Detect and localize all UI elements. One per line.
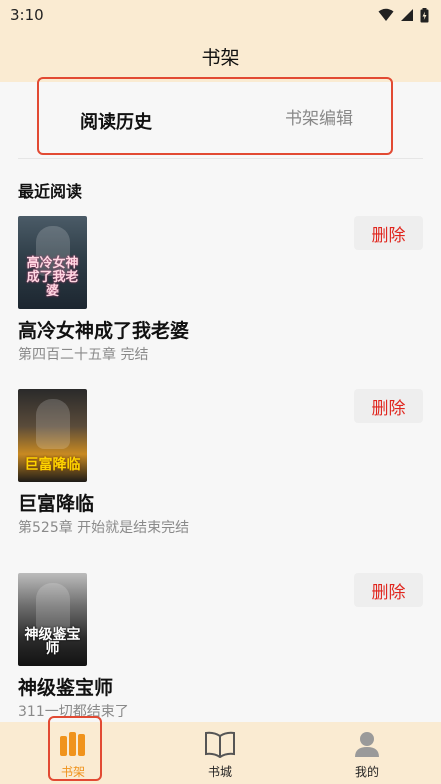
section-title: 最近阅读 [18,182,83,201]
status-time: 3:10 [10,6,44,24]
book-progress: 311一切都结束了 [18,704,129,720]
book-title[interactable]: 巨富降临 [18,489,94,516]
book-item[interactable]: 巨富降临 删除 巨富降临 第525章 开始就是结束完结 [18,389,423,539]
app-header: 书架 [0,30,441,82]
status-icons [378,7,429,23]
battery-icon [420,7,429,22]
book-cover[interactable]: 巨富降临 [18,389,87,482]
bookshelf-icon [60,732,85,756]
tab-shelf-edit[interactable]: 书架编辑 [285,104,353,129]
divider [18,158,423,159]
bottom-nav: 书架 书城 我的 [0,722,441,784]
open-book-icon [205,731,235,758]
cover-title: 巨富降临 [24,457,81,473]
book-cover[interactable]: 高冷女神成了我老婆 [18,216,87,309]
tab-reading-history[interactable]: 阅读历史 [80,108,152,134]
person-icon [355,732,379,757]
cover-title: 神级鉴宝师 [24,627,81,657]
nav-bookstore[interactable]: 书城 [175,722,265,784]
page-title: 书架 [201,46,240,69]
book-progress: 第四百二十五章 完结 [18,347,149,363]
signal-icon [401,9,413,21]
nav-bookshelf[interactable]: 书架 [28,722,118,784]
nav-label: 我的 [354,765,379,779]
book-item[interactable]: 神级鉴宝师 删除 神级鉴宝师 311一切都结束了 [18,573,423,723]
nav-mine[interactable]: 我的 [322,722,412,784]
status-bar: 3:10 [0,0,441,30]
book-cover[interactable]: 神级鉴宝师 [18,573,87,666]
book-title[interactable]: 神级鉴宝师 [18,673,113,700]
delete-button[interactable]: 删除 [354,389,423,423]
book-item[interactable]: 高冷女神成了我老婆 删除 高冷女神成了我老婆 第四百二十五章 完结 [18,216,423,366]
wifi-icon [378,8,394,21]
delete-button[interactable]: 删除 [354,573,423,607]
nav-label: 书架 [60,765,85,779]
delete-button[interactable]: 删除 [354,216,423,250]
cover-figure [36,399,70,449]
nav-label: 书城 [207,765,232,779]
book-title[interactable]: 高冷女神成了我老婆 [18,316,189,343]
cover-title: 高冷女神成了我老婆 [26,256,79,299]
cover-figure [36,583,70,633]
book-progress: 第525章 开始就是结束完结 [18,520,190,536]
